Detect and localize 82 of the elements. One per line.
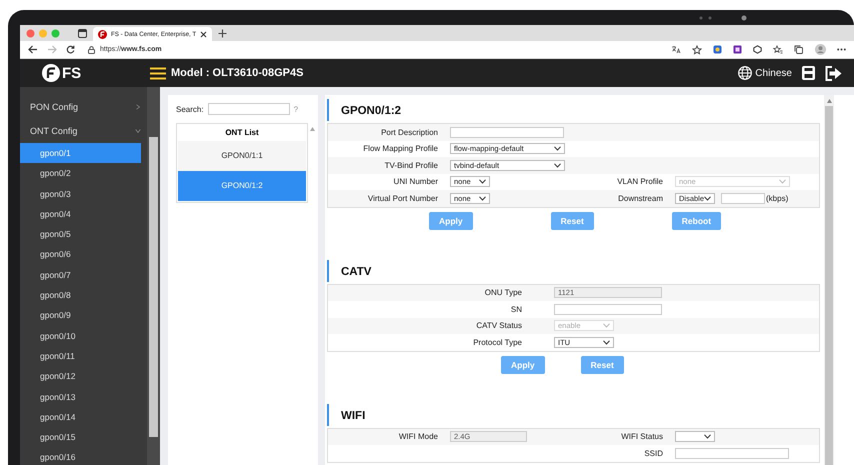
search-label: Search: — [176, 104, 204, 114]
sidebar-item[interactable]: gpon0/4 — [20, 204, 141, 224]
sidebar-item[interactable]: gpon0/3 — [20, 184, 141, 204]
sidebar-item[interactable]: gpon0/2 — [20, 163, 141, 184]
sidebar-item[interactable]: gpon0/14 — [20, 406, 141, 428]
sidebar-item[interactable]: gpon0/16 — [20, 447, 141, 465]
tab-actions-icon[interactable] — [78, 28, 87, 38]
field-label: TV-Bind Profile — [384, 160, 439, 170]
caret-icon — [554, 146, 561, 152]
ont-item[interactable]: GPON0/1:1 — [178, 141, 306, 171]
chevron-icon — [134, 128, 142, 134]
back-icon[interactable] — [28, 45, 38, 54]
text-field[interactable] — [721, 192, 765, 204]
scroll-up-icon[interactable] — [826, 99, 832, 103]
field-label: Virtual Port Number — [366, 194, 439, 203]
field-label: ONU Type — [484, 288, 523, 298]
caret-icon — [704, 196, 711, 201]
extension-icon[interactable] — [733, 45, 742, 54]
list-header: ONT List — [224, 127, 260, 139]
section-title: CATV — [327, 260, 820, 282]
favorite-icon[interactable] — [692, 44, 702, 54]
sidebar-item[interactable]: gpon0/10 — [20, 326, 141, 346]
menu-icon[interactable] — [150, 66, 166, 80]
help-mark: ? — [294, 104, 298, 114]
field-label: SN — [510, 304, 523, 314]
field-label: Flow Mapping Profile — [362, 144, 439, 154]
field-label: Downstream — [617, 194, 664, 203]
field-label: CATV Status — [475, 321, 523, 330]
close-icon[interactable] — [200, 30, 208, 38]
caret-icon — [779, 179, 786, 184]
field-label: Port Description — [380, 128, 439, 137]
lock-icon — [88, 46, 95, 54]
field-label: WIFI Mode — [398, 432, 439, 442]
text-field[interactable] — [675, 448, 789, 459]
profile-icon[interactable] — [815, 44, 826, 55]
model-title: Model : OLT3610-08GP4S — [171, 67, 304, 79]
search-field[interactable] — [208, 103, 290, 115]
more-icon[interactable] — [837, 48, 846, 51]
chevron-icon — [135, 103, 141, 111]
sidebar-item[interactable]: gpon0/7 — [20, 264, 141, 286]
text-field[interactable] — [554, 304, 662, 315]
collections-icon[interactable] — [794, 45, 804, 54]
caret-icon — [479, 179, 486, 184]
webcam-icon — [698, 14, 748, 20]
new-tab-icon[interactable] — [218, 28, 228, 38]
sidebar-item[interactable]: gpon0/15 — [20, 427, 141, 448]
logo-text: FS — [62, 64, 82, 82]
caret-icon — [603, 323, 610, 328]
sidebar-item[interactable]: gpon0/6 — [20, 244, 141, 265]
sidebar-item[interactable]: gpon0/9 — [20, 305, 141, 326]
section-title: WIFI — [327, 404, 820, 426]
sidebar-item[interactable]: gpon0/5 — [20, 224, 141, 244]
scrollbar[interactable] — [147, 87, 160, 465]
sidebar-group[interactable]: ONT Config — [20, 119, 147, 143]
sidebar-item[interactable]: gpon0/8 — [20, 285, 141, 306]
field-label: VLAN Profile — [616, 177, 664, 186]
section-title: GPON0/1:2 — [327, 99, 820, 121]
logo-icon — [42, 64, 60, 82]
field-label: SSID — [643, 448, 664, 458]
unit-label: (kbps) — [766, 194, 788, 203]
sidebar-group[interactable]: PON Config — [20, 95, 147, 119]
extension-icon[interactable] — [753, 45, 762, 54]
logo-icon — [98, 30, 107, 38]
translate-icon[interactable] — [671, 45, 681, 54]
favorites-list-icon[interactable] — [773, 45, 783, 54]
text-field[interactable] — [450, 126, 564, 138]
caret-icon — [603, 340, 610, 345]
field-label: WIFI Status — [620, 432, 664, 442]
reload-icon[interactable] — [66, 45, 75, 54]
save-icon[interactable] — [802, 66, 815, 80]
language-button[interactable]: Chinese — [738, 66, 792, 80]
logout-icon[interactable] — [825, 66, 842, 80]
caret-icon — [479, 196, 486, 201]
sidebar-item[interactable]: gpon0/13 — [20, 386, 141, 407]
scrollbar[interactable] — [824, 95, 834, 465]
caret-icon — [554, 162, 561, 168]
globe-icon — [738, 66, 752, 80]
sidebar-item[interactable]: gpon0/12 — [20, 366, 141, 387]
field-label: UNI Number — [392, 177, 439, 186]
field-label: Protocol Type — [472, 338, 523, 347]
sidebar-item[interactable]: gpon0/11 — [20, 346, 141, 366]
caret-icon — [704, 434, 711, 440]
